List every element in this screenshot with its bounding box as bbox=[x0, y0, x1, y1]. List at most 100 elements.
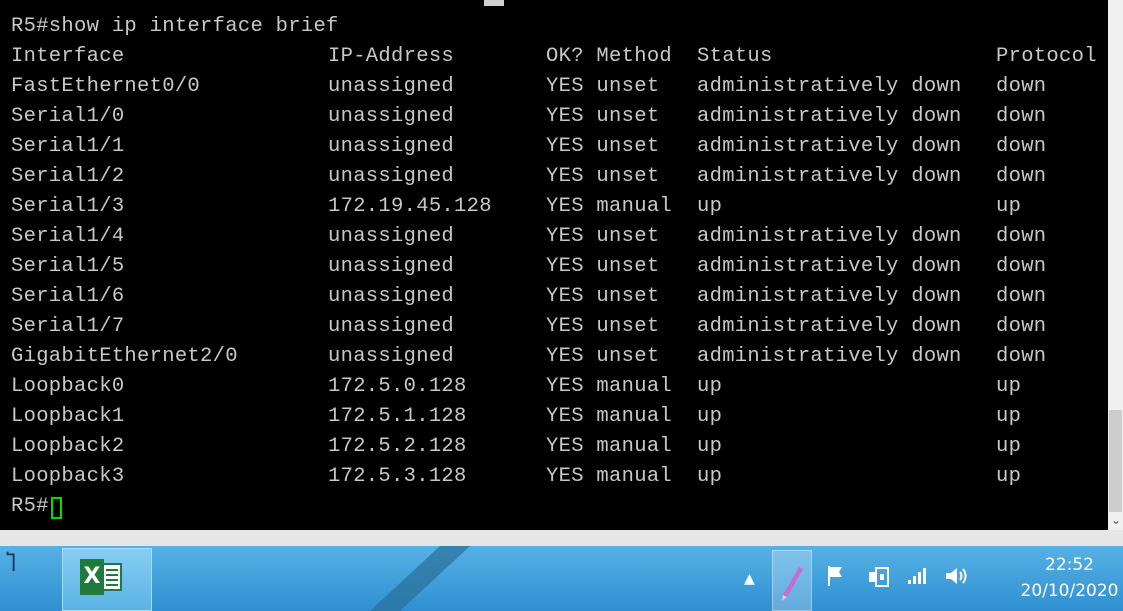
signal-icon[interactable] bbox=[904, 564, 934, 593]
excel-icon: X bbox=[80, 559, 124, 595]
taskbar-decoration bbox=[370, 546, 470, 611]
protocol-cell: down bbox=[996, 315, 1047, 338]
ip-address-cell: unassigned bbox=[328, 135, 455, 158]
ok-method-cell: YES manual bbox=[546, 195, 673, 218]
command-line: R5#show ip interface brief bbox=[11, 15, 339, 38]
interface-cell: Serial1/2 bbox=[11, 165, 125, 188]
ok-method-cell: YES unset bbox=[546, 165, 660, 188]
ok-method-cell: YES manual bbox=[546, 435, 673, 458]
protocol-cell: up bbox=[996, 375, 1022, 398]
pen-tray-button[interactable] bbox=[772, 550, 812, 611]
volume-icon[interactable] bbox=[942, 564, 972, 593]
ip-address-cell: 172.5.2.128 bbox=[328, 435, 467, 458]
interface-cell: Serial1/5 bbox=[11, 255, 125, 278]
interface-cell: Loopback0 bbox=[11, 375, 125, 398]
status-cell: administratively down bbox=[697, 255, 962, 278]
taskbar: Ⴈ X ▲ 22:52 20/10/2020 bbox=[0, 546, 1123, 611]
protocol-cell: down bbox=[996, 75, 1047, 98]
ok-method-cell: YES unset bbox=[546, 285, 660, 308]
network-adapter-icon[interactable] bbox=[866, 564, 892, 595]
ok-method-cell: YES manual bbox=[546, 375, 673, 398]
interface-cell: Loopback1 bbox=[11, 405, 125, 428]
ip-address-cell: 172.19.45.128 bbox=[328, 195, 492, 218]
status-cell: administratively down bbox=[697, 285, 962, 308]
header-protocol: Protocol bbox=[996, 45, 1097, 68]
clock-time: 22:52 bbox=[1045, 555, 1094, 575]
protocol-cell: down bbox=[996, 225, 1047, 248]
terminal-window[interactable]: R5#show ip interface brief Interface IP-A… bbox=[0, 0, 1108, 530]
scroll-down-arrow-icon[interactable]: ⌄ bbox=[1110, 512, 1122, 528]
header-status: Status bbox=[697, 45, 773, 68]
flag-icon[interactable] bbox=[824, 564, 850, 593]
ok-method-cell: YES manual bbox=[546, 405, 673, 428]
status-cell: administratively down bbox=[697, 75, 962, 98]
interface-cell: Loopback3 bbox=[11, 465, 125, 488]
ok-method-cell: YES unset bbox=[546, 255, 660, 278]
ok-method-cell: YES unset bbox=[546, 75, 660, 98]
status-cell: up bbox=[697, 195, 723, 218]
interface-cell: Serial1/7 bbox=[11, 315, 125, 338]
ok-method-cell: YES unset bbox=[546, 105, 660, 128]
ok-method-cell: YES unset bbox=[546, 225, 660, 248]
protocol-cell: down bbox=[996, 285, 1047, 308]
ip-address-cell: unassigned bbox=[328, 105, 455, 128]
status-cell: up bbox=[697, 465, 723, 488]
excel-x-icon: X bbox=[80, 559, 104, 595]
ip-address-cell: 172.5.3.128 bbox=[328, 465, 467, 488]
ip-address-cell: 172.5.0.128 bbox=[328, 375, 467, 398]
status-cell: administratively down bbox=[697, 345, 962, 368]
status-cell: up bbox=[697, 405, 723, 428]
interface-cell: Serial1/3 bbox=[11, 195, 125, 218]
status-cell: up bbox=[697, 435, 723, 458]
show-hidden-icons-arrow[interactable]: ▲ bbox=[744, 567, 755, 591]
status-cell: administratively down bbox=[697, 225, 962, 248]
protocol-cell: down bbox=[996, 105, 1047, 128]
protocol-cell: down bbox=[996, 135, 1047, 158]
protocol-cell: up bbox=[996, 405, 1022, 428]
ip-address-cell: unassigned bbox=[328, 75, 455, 98]
desktop-corner-icon[interactable]: Ⴈ bbox=[6, 552, 16, 577]
protocol-cell: up bbox=[996, 465, 1022, 488]
ip-address-cell: unassigned bbox=[328, 165, 455, 188]
status-cell: administratively down bbox=[697, 315, 962, 338]
interface-cell: GigabitEthernet2/0 bbox=[11, 345, 238, 368]
protocol-cell: down bbox=[996, 255, 1047, 278]
taskbar-excel-button[interactable]: X bbox=[62, 548, 152, 611]
clock-date: 20/10/2020 bbox=[1020, 581, 1119, 601]
ip-address-cell: unassigned bbox=[328, 255, 455, 278]
header-ok-method: OK? Method bbox=[546, 45, 673, 68]
header-ip-address: IP-Address bbox=[328, 45, 455, 68]
status-cell: up bbox=[697, 375, 723, 398]
protocol-cell: down bbox=[996, 345, 1047, 368]
window-bottom-border bbox=[0, 530, 1123, 546]
excel-grid-icon bbox=[102, 563, 122, 591]
ok-method-cell: YES unset bbox=[546, 135, 660, 158]
cursor[interactable] bbox=[51, 497, 62, 519]
interface-cell: Serial1/0 bbox=[11, 105, 125, 128]
protocol-cell: up bbox=[996, 435, 1022, 458]
ip-address-cell: unassigned bbox=[328, 315, 455, 338]
ip-address-cell: unassigned bbox=[328, 285, 455, 308]
vertical-scrollbar[interactable]: ⌄ bbox=[1108, 0, 1123, 530]
prompt-text: R5# bbox=[11, 495, 49, 518]
interface-cell: Loopback2 bbox=[11, 435, 125, 458]
protocol-cell: up bbox=[996, 195, 1022, 218]
status-cell: administratively down bbox=[697, 105, 962, 128]
window-title-notch bbox=[484, 0, 504, 6]
pen-icon bbox=[782, 567, 803, 601]
protocol-cell: down bbox=[996, 165, 1047, 188]
ok-method-cell: YES manual bbox=[546, 465, 673, 488]
ip-address-cell: unassigned bbox=[328, 225, 455, 248]
interface-cell: Serial1/1 bbox=[11, 135, 125, 158]
interface-cell: Serial1/6 bbox=[11, 285, 125, 308]
ok-method-cell: YES unset bbox=[546, 345, 660, 368]
ip-address-cell: unassigned bbox=[328, 345, 455, 368]
ip-address-cell: 172.5.1.128 bbox=[328, 405, 467, 428]
status-cell: administratively down bbox=[697, 165, 962, 188]
interface-cell: FastEthernet0/0 bbox=[11, 75, 201, 98]
scrollbar-thumb[interactable] bbox=[1109, 410, 1122, 512]
header-interface: Interface bbox=[11, 45, 125, 68]
ok-method-cell: YES unset bbox=[546, 315, 660, 338]
system-clock[interactable]: 22:52 20/10/2020 bbox=[1016, 552, 1123, 604]
status-cell: administratively down bbox=[697, 135, 962, 158]
